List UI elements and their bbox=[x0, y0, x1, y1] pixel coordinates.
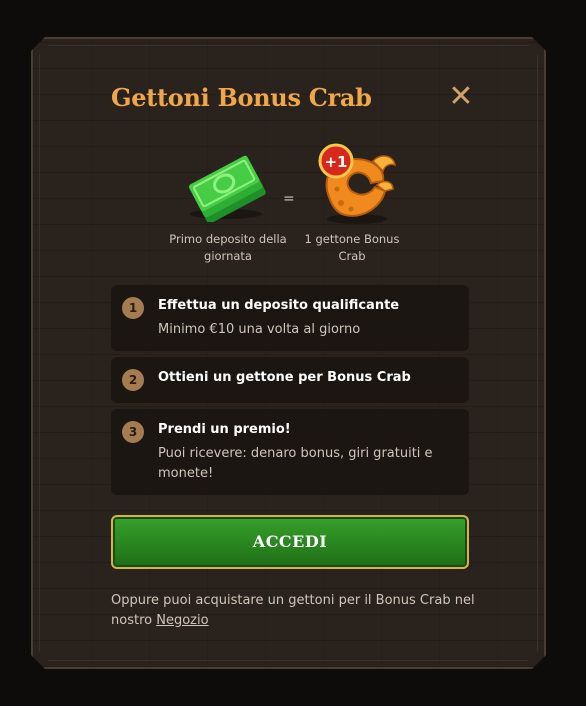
step-number: 3 bbox=[122, 421, 144, 443]
money-stack-icon bbox=[181, 142, 271, 222]
step-item: 1 Effettua un deposito qualificante Mini… bbox=[111, 285, 469, 351]
step-item: 3 Prendi un premio! Puoi ricevere: denar… bbox=[111, 409, 469, 495]
step-title: Prendi un premio! bbox=[158, 422, 291, 437]
step-title: Effettua un deposito qualificante bbox=[158, 298, 400, 313]
bonus-crab-modal: Gettoni Bonus Crab ✕ = +1 Primo deposito… bbox=[31, 37, 546, 669]
crab-claw-token-icon: +1 bbox=[311, 139, 401, 227]
close-icon[interactable]: ✕ bbox=[447, 83, 475, 111]
step-description: Minimo €10 una volta al giorno bbox=[158, 322, 361, 337]
step-item: 2 Ottieni un gettone per Bonus Crab bbox=[111, 357, 469, 403]
step-number: 2 bbox=[122, 369, 144, 391]
equals-sign: = bbox=[283, 191, 295, 207]
step-description: Puoi ricevere: denaro bonus, giri gratui… bbox=[158, 446, 433, 481]
token-caption: 1 gettone Bonus Crab bbox=[304, 232, 400, 263]
token-badge: +1 bbox=[324, 153, 347, 171]
first-deposit-caption: Primo deposito della giornata bbox=[169, 232, 287, 263]
step-number: 1 bbox=[122, 297, 144, 319]
login-button[interactable]: ACCEDI bbox=[111, 515, 469, 569]
footer-text: Oppure puoi acquistare un gettoni per il… bbox=[111, 591, 491, 631]
modal-title: Gettoni Bonus Crab bbox=[111, 83, 372, 112]
shop-link[interactable]: Negozio bbox=[156, 613, 208, 628]
step-title: Ottieni un gettone per Bonus Crab bbox=[158, 370, 411, 385]
